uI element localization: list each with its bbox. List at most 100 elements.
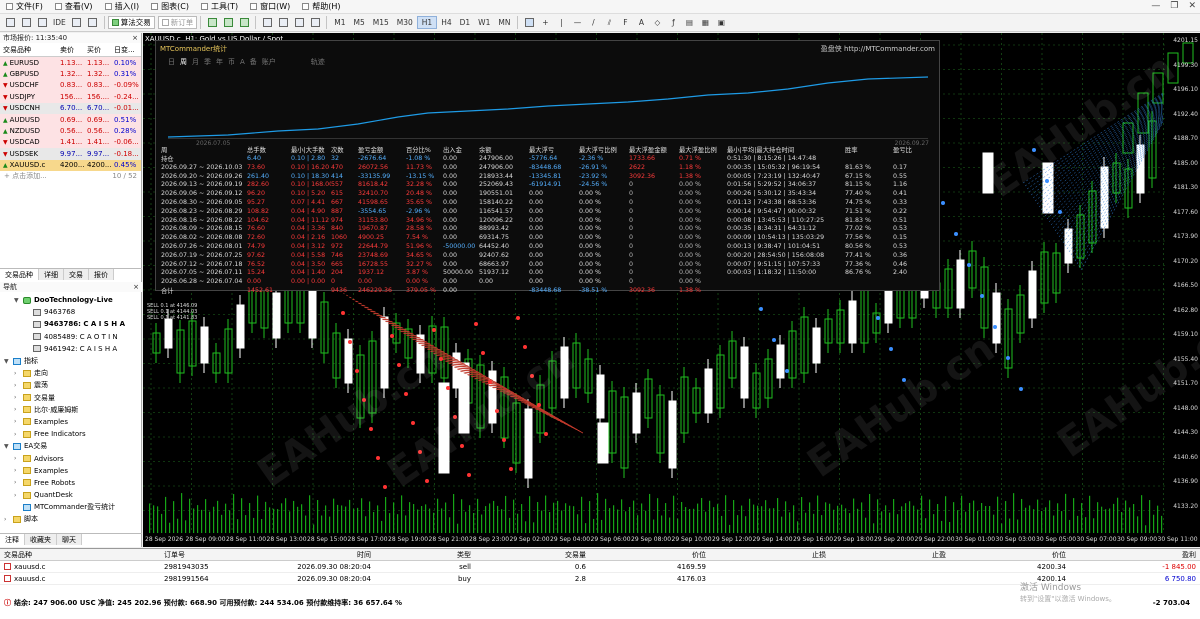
orders-col-header[interactable]: 时间 [250,550,375,560]
order-row[interactable]: xauusd.c 2981943035 2026.09.30 08:20:04 sel… [0,561,1200,573]
navigator-item[interactable]: › Free Robots [0,477,142,489]
add-symbol-row[interactable]: + 点击添加... 10 / 52 [0,171,141,182]
timeframe-w1[interactable]: W1 [474,16,494,29]
navigator-item[interactable]: 9461942: C A I S H A [0,343,142,355]
indicators-icon[interactable]: ƒ [666,16,680,30]
market-watch-row[interactable]: ▲ GBPUSD 1.32... 1.32... 0.31% [0,68,141,80]
stats-tab[interactable]: 轨迹 [311,57,325,67]
zoom-out-icon[interactable] [276,16,290,30]
menu-item-6[interactable]: 帮助(H) [296,1,346,12]
navigator-item[interactable]: › QuantDesk [0,489,142,501]
timeframe-m1[interactable]: M1 [330,16,349,29]
navigator-item[interactable]: › 交易量 [0,392,142,404]
menu-item-label[interactable]: 工具(T) [211,1,238,12]
navigator-item[interactable]: 4085489: C A O T I N [0,331,142,343]
orders-col-header[interactable]: 订单号 [160,550,250,560]
history-icon[interactable] [86,16,100,30]
orders-col-header[interactable]: 价位 [950,550,1070,560]
expand-icon[interactable]: › [14,431,21,438]
stats-tab[interactable]: 账户 [262,57,276,67]
market-watch-row[interactable]: ▼ USDCAD 1.41... 1.41... -0.06... [0,136,141,149]
candlestick-icon[interactable] [221,16,235,30]
orders-col-header[interactable]: 止盈 [830,550,950,560]
timeframe-d1[interactable]: D1 [456,16,475,29]
expand-icon[interactable]: › [14,418,21,425]
expand-icon[interactable]: ▼ [4,443,11,450]
vertical-line-icon[interactable]: | [554,16,568,30]
market-watch-row[interactable]: ▲ AUDUSD 0.69... 0.69... 0.51% [0,113,141,126]
navigator-item[interactable]: ▼ 指标 [0,355,142,367]
expand-icon[interactable]: › [14,467,21,474]
navigator-item[interactable]: › Free Indicators [0,428,142,440]
timeframe-h1[interactable]: H1 [416,16,438,29]
stats-link[interactable]: 盈盘侠 http://MTCommander.com [821,44,935,54]
navigator-item[interactable]: › Examples [0,416,142,428]
bar-chart-icon[interactable] [205,16,219,30]
navigator-item[interactable]: › Advisors [0,452,142,464]
orders-col-header[interactable]: 盈利 [1070,550,1200,560]
market-watch-icon[interactable] [35,16,49,30]
navigator-item[interactable]: 9463768 [0,306,142,318]
navigator-item[interactable]: ▼ EA交易 [0,440,142,452]
objects-icon[interactable]: ▤ [682,16,696,30]
timeframe-m30[interactable]: M30 [393,16,417,29]
stats-tab[interactable]: 季 [204,57,211,67]
expand-icon[interactable]: › [14,479,21,486]
navigator-item[interactable]: ▼ DooTechnology-Live [0,294,142,306]
new-order-button[interactable]: 新订单 [157,16,198,29]
expand-icon[interactable]: › [14,406,21,413]
line-chart-icon[interactable] [237,16,251,30]
navigator-tab[interactable]: 聊天 [57,534,82,545]
trendline-icon[interactable]: / [586,16,600,30]
menu-item-1[interactable]: 查看(V) [49,1,99,12]
navigator-item[interactable]: MTCommander盈亏统计 [0,501,142,513]
expand-icon[interactable]: › [14,382,21,389]
algo-trading-button[interactable]: 算法交易 [107,16,155,29]
timeframe-m5[interactable]: M5 [349,16,368,29]
menu-item-label[interactable]: 帮助(H) [312,1,340,12]
expand-icon[interactable]: › [4,516,11,523]
timeframe-m15[interactable]: M15 [369,16,393,29]
navigator-tab[interactable]: 收藏夹 [25,534,57,545]
grid-icon[interactable] [292,16,306,30]
screenshot-icon[interactable]: ▣ [714,16,728,30]
fibonacci-icon[interactable]: F [618,16,632,30]
menu-item-5[interactable]: 窗口(W) [244,1,296,12]
menu-item-0[interactable]: 文件(F) [0,1,49,12]
expand-icon[interactable]: › [14,492,21,499]
navigator-item[interactable]: › 比尔·威廉姆斯 [0,404,142,416]
expand-icon[interactable]: ▼ [14,297,21,304]
ide-button[interactable]: IDE [51,16,68,30]
navigator-item[interactable]: › Examples [0,465,142,477]
market-watch-tab[interactable]: 报价 [89,269,114,280]
navigator-item[interactable]: › 脚本 [0,513,142,525]
market-watch-row[interactable]: ▲ XAUUSD.c 4200... 4200... 0.45% [0,159,141,171]
expand-icon[interactable]: › [14,455,21,462]
stats-tab[interactable]: A [240,58,245,66]
col-symbol[interactable]: 交易品种 [0,45,57,55]
crosshair-icon[interactable]: + [538,16,552,30]
text-icon[interactable]: A [634,16,648,30]
menu-item-2[interactable]: 插入(I) [99,1,146,12]
minimize-icon[interactable]: — [1151,1,1160,11]
orders-col-header[interactable]: 止损 [710,550,830,560]
add-symbol-label[interactable]: + 点击添加... [4,171,47,181]
shapes-icon[interactable]: ◇ [650,16,664,30]
timeframe-h4[interactable]: H4 [437,16,455,29]
market-watch-tab[interactable]: 详细 [39,269,64,280]
cursor-icon[interactable] [522,16,536,30]
restore-icon[interactable]: ❐ [1170,1,1178,11]
menu-item-label[interactable]: 插入(I) [115,1,140,12]
stats-tab[interactable]: 日 [168,57,175,67]
col-bid[interactable]: 卖价 [57,45,84,55]
market-watch-tab[interactable]: 交易品种 [0,269,39,280]
col-daily-change[interactable]: 日变... [111,45,140,55]
close-icon[interactable]: × [132,34,141,42]
col-ask[interactable]: 买价 [84,45,111,55]
timeframe-mn[interactable]: MN [494,16,514,29]
menu-item-label[interactable]: 文件(F) [16,1,43,12]
stats-tab[interactable]: 备 [250,57,257,67]
navigator-tab[interactable]: 注释 [0,534,25,545]
close-icon[interactable]: × [133,283,142,291]
menu-item-4[interactable]: 工具(T) [195,1,244,12]
